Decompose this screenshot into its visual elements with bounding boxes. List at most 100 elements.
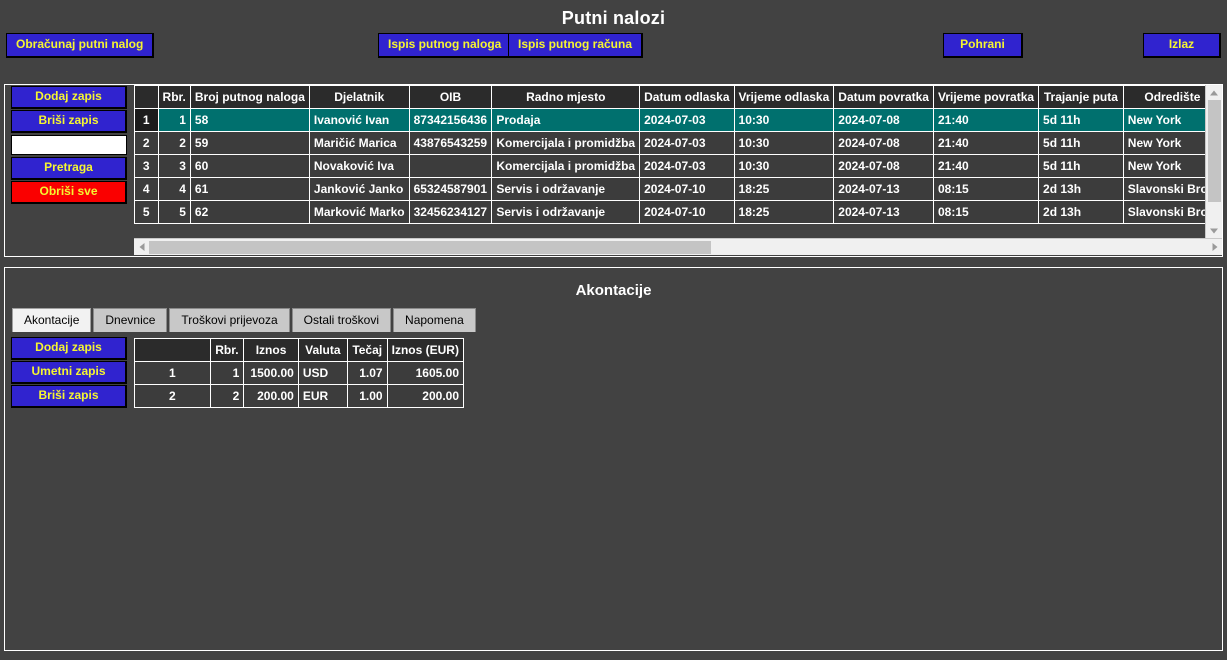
cell-vrijeme-odlaska[interactable]: 18:25 [733,200,835,224]
cell-datum-povratka[interactable]: 2024-07-08 [833,154,934,178]
cell-datum-povratka[interactable]: 2024-07-13 [833,200,934,224]
column-header-rowselect[interactable] [134,85,159,109]
cell-trajanje[interactable]: 5d 11h [1038,154,1124,178]
column-header-datum-odlaska[interactable]: Datum odlaska [639,85,735,109]
cell-broj[interactable]: 58 [189,108,310,132]
cell-datum-odlaska[interactable]: 2024-07-10 [639,200,735,224]
cell-vrijeme-povratka[interactable]: 21:40 [932,131,1040,155]
cell-iznos-eur[interactable]: 1605.00 [386,361,464,385]
cell-radno-mjesto[interactable]: Komercijala i promidžba [491,131,641,155]
column-header-iznos-eur[interactable]: Iznos (EUR) [386,338,464,362]
tab-tro-kovi-prijevoza[interactable]: Troškovi prijevoza [169,308,290,332]
scroll-down-arrow[interactable] [1206,223,1221,238]
cell-tecaj[interactable]: 1.07 [346,361,388,385]
cell-valuta[interactable]: EUR [297,384,348,408]
cell-valuta[interactable]: USD [297,361,348,385]
cell-djelatnik[interactable]: Janković Janko [308,177,410,201]
cell-rbr[interactable]: 5 [157,200,191,224]
cell-rbr[interactable]: 1 [157,108,191,132]
add-advance-button[interactable]: Dodaj zapis [11,337,127,360]
column-header-djelatnik[interactable]: Djelatnik [308,85,410,109]
cell-rbr[interactable]: 1 [209,361,245,385]
advances-grid[interactable]: Rbr. Iznos Valuta Tečaj Iznos (EUR) 1 1 1500.0… [134,338,464,408]
cell-oib[interactable]: 87342156436 [408,108,493,132]
cell-djelatnik[interactable]: Maričić Marica [308,131,410,155]
hscroll-thumb[interactable] [149,241,711,254]
cell-vrijeme-povratka[interactable]: 08:15 [932,200,1040,224]
cell-trajanje[interactable]: 5d 11h [1038,131,1124,155]
row-header[interactable]: 1 [134,361,211,385]
cell-trajanje[interactable]: 2d 13h [1038,200,1124,224]
travel-orders-grid-viewport[interactable]: Rbr. Broj putnog naloga Djelatnik OIB Radno … [134,85,1222,256]
column-header-rbr[interactable]: Rbr. [157,85,191,109]
column-header-radno-mjesto[interactable]: Radno mjesto [491,85,641,109]
cell-vrijeme-odlaska[interactable]: 10:30 [733,131,835,155]
cell-djelatnik[interactable]: Novaković Iva [308,154,410,178]
row-header[interactable]: 4 [134,177,159,201]
cell-rbr[interactable]: 3 [157,154,191,178]
cell-vrijeme-odlaska[interactable]: 18:25 [733,177,835,201]
cell-broj[interactable]: 62 [189,200,310,224]
vscroll-track[interactable] [1206,100,1222,223]
cell-datum-odlaska[interactable]: 2024-07-03 [639,131,735,155]
row-header[interactable]: 2 [134,384,211,408]
column-header-valuta[interactable]: Valuta [297,338,348,362]
search-input[interactable] [11,135,127,155]
cell-vrijeme-povratka[interactable]: 21:40 [932,154,1040,178]
horizontal-scrollbar[interactable] [134,238,1222,255]
column-header-iznos[interactable]: Iznos [243,338,299,362]
cell-radno-mjesto[interactable]: Servis i održavanje [491,177,641,201]
exit-button[interactable]: Izlaz [1143,33,1221,58]
cell-oib[interactable] [408,154,493,178]
cell-radno-mjesto[interactable]: Prodaja [491,108,641,132]
tab-dnevnice[interactable]: Dnevnice [93,308,168,332]
insert-advance-button[interactable]: Umetni zapis [11,361,127,384]
cell-djelatnik[interactable]: Marković Marko [308,200,410,224]
delete-advance-button[interactable]: Briši zapis [11,385,127,408]
cell-trajanje[interactable]: 2d 13h [1038,177,1124,201]
cell-trajanje[interactable]: 5d 11h [1038,108,1124,132]
save-button[interactable]: Pohrani [943,33,1023,58]
cell-vrijeme-povratka[interactable]: 08:15 [932,177,1040,201]
column-header-vrijeme-odlaska[interactable]: Vrijeme odlaska [733,85,835,109]
cell-iznos-eur[interactable]: 200.00 [386,384,464,408]
table-row[interactable]: 3 3 60 Novaković Iva Komercijala i promidžba… [134,154,1222,178]
column-header-rbr[interactable]: Rbr. [209,338,245,362]
table-row[interactable]: 4 4 61 Janković Janko 65324587901 Servis i od… [134,177,1222,201]
table-row[interactable]: 1 1 58 Ivanović Ivan 87342156436 Prodaja 2024-… [134,108,1222,132]
cell-iznos[interactable]: 200.00 [243,384,299,408]
column-header-vrijeme-povratka[interactable]: Vrijeme povratka [932,85,1040,109]
advances-grid-viewport[interactable]: Rbr. Iznos Valuta Tečaj Iznos (EUR) 1 1 1500.0… [134,338,464,418]
column-header-rowselect[interactable] [134,338,211,362]
row-header[interactable]: 3 [134,154,159,178]
cell-datum-odlaska[interactable]: 2024-07-03 [639,154,735,178]
cell-tecaj[interactable]: 1.00 [346,384,388,408]
delete-all-button[interactable]: Obriši sve [11,181,127,204]
cell-datum-povratka[interactable]: 2024-07-13 [833,177,934,201]
scroll-up-arrow[interactable] [1206,85,1221,100]
cell-vrijeme-odlaska[interactable]: 10:30 [733,108,835,132]
scroll-left-arrow[interactable] [134,239,149,255]
cell-rbr[interactable]: 2 [157,131,191,155]
cell-vrijeme-odlaska[interactable]: 10:30 [733,154,835,178]
column-header-broj-putnog-naloga[interactable]: Broj putnog naloga [189,85,310,109]
print-travel-invoice-button[interactable]: Ispis putnog računa [508,33,644,58]
column-header-datum-povratka[interactable]: Datum povratka [833,85,934,109]
cell-datum-odlaska[interactable]: 2024-07-10 [639,177,735,201]
table-row[interactable]: 2 2 200.00 EUR 1.00 200.00 [134,384,464,408]
row-header[interactable]: 1 [134,108,159,132]
cell-oib[interactable]: 32456234127 [408,200,493,224]
cell-oib[interactable]: 65324587901 [408,177,493,201]
column-header-trajanje-puta[interactable]: Trajanje puta [1038,85,1124,109]
cell-iznos[interactable]: 1500.00 [243,361,299,385]
cell-oib[interactable]: 43876543259 [408,131,493,155]
cell-radno-mjesto[interactable]: Komercijala i promidžba [491,154,641,178]
calculate-travel-order-button[interactable]: Obračunaj putni nalog [6,33,155,58]
cell-rbr[interactable]: 2 [209,384,245,408]
cell-datum-povratka[interactable]: 2024-07-08 [833,131,934,155]
tab-napomena[interactable]: Napomena [393,308,476,332]
column-header-oib[interactable]: OIB [408,85,493,109]
table-row[interactable]: 1 1 1500.00 USD 1.07 1605.00 [134,361,464,385]
cell-radno-mjesto[interactable]: Servis i održavanje [491,200,641,224]
cell-datum-odlaska[interactable]: 2024-07-03 [639,108,735,132]
